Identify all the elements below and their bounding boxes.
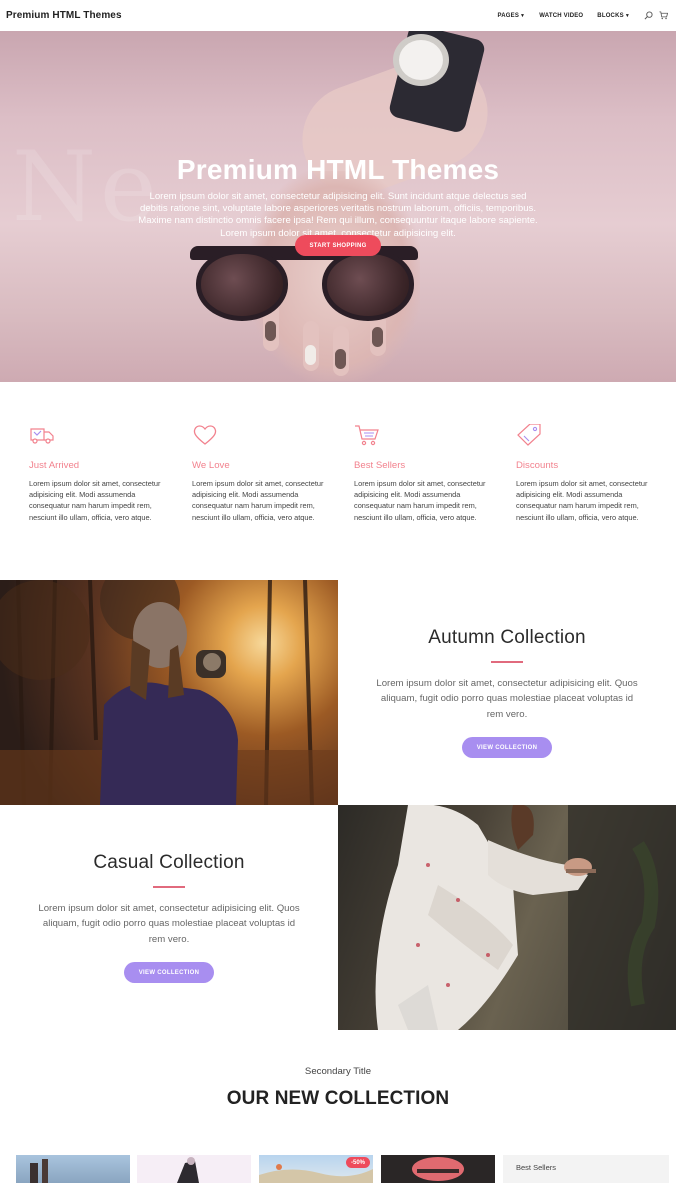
hero-image-nail xyxy=(305,345,316,365)
nav-item-label: WATCH VIDEO xyxy=(539,12,584,19)
shopping-cart-icon xyxy=(354,424,494,446)
price-tag-icon xyxy=(516,424,656,446)
caret-down-icon: ▼ xyxy=(520,12,526,19)
casual-scene-illustration xyxy=(375,805,676,1030)
product-card[interactable] xyxy=(137,1155,251,1183)
casual-collection-info: Casual Collection Lorem ipsum dolor sit … xyxy=(0,852,338,984)
hero-image-watch xyxy=(393,34,449,86)
feature-text: Lorem ipsum dolor sit amet, consectetur … xyxy=(192,479,324,522)
feature-title: Best Sellers xyxy=(354,460,406,471)
features-section: Just Arrived Lorem ipsum dolor sit amet,… xyxy=(0,382,676,580)
hero-image-nail xyxy=(372,327,383,347)
view-casual-collection-button[interactable]: VIEW COLLECTION xyxy=(124,962,214,984)
heart-icon xyxy=(192,424,332,446)
title-divider xyxy=(491,661,523,663)
nav-item-label: PAGES xyxy=(497,12,520,19)
cart-icon[interactable] xyxy=(659,11,668,20)
feature-title: We Love xyxy=(192,460,230,471)
hero-image-nail xyxy=(335,349,346,369)
sale-badge: -50% xyxy=(346,1157,370,1168)
feature-title: Just Arrived xyxy=(29,460,80,471)
product-card[interactable] xyxy=(16,1155,130,1183)
nav-item-watch-video[interactable]: WATCH VIDEO xyxy=(539,13,583,19)
feature-text: Lorem ipsum dolor sit amet, consectetur … xyxy=(354,479,486,522)
view-autumn-collection-button[interactable]: VIEW COLLECTION xyxy=(462,737,552,759)
nav-item-blocks[interactable]: BLOCKS▼ xyxy=(597,13,630,19)
nav-icons xyxy=(644,11,668,20)
casual-collection-image xyxy=(338,805,676,1030)
autumn-collection-text: Lorem ipsum dolor sit amet, consectetur … xyxy=(376,677,638,720)
best-sellers-title: Best Sellers xyxy=(516,1163,557,1172)
hero-image-sunglasses-lens xyxy=(322,249,414,321)
autumn-collection-image xyxy=(0,580,338,805)
product-thumbnail xyxy=(412,1157,464,1181)
autumn-scene-illustration xyxy=(0,580,338,805)
hero-image-nail xyxy=(265,321,276,341)
casual-collection-title: Casual Collection xyxy=(93,852,245,873)
autumn-collection-info: Autumn Collection Lorem ipsum dolor sit … xyxy=(338,627,676,759)
product-thumbnail xyxy=(30,1159,48,1183)
feature-text: Lorem ipsum dolor sit amet, consectetur … xyxy=(29,479,161,522)
hero-image-sunglasses-lens xyxy=(196,249,288,321)
search-icon[interactable] xyxy=(644,11,653,20)
casual-collection-text: Lorem ipsum dolor sit amet, consectetur … xyxy=(38,902,300,945)
hero-title: Premium HTML Themes xyxy=(176,154,500,185)
feature-card: Just Arrived Lorem ipsum dolor sit amet,… xyxy=(29,424,169,523)
section-title: OUR NEW COLLECTION xyxy=(226,1088,450,1109)
hero-text: Lorem ipsum dolor sit amet, consectetur … xyxy=(138,191,538,239)
delivery-truck-icon xyxy=(29,424,169,446)
nav-item-label: BLOCKS xyxy=(597,12,624,19)
caret-down-icon: ▼ xyxy=(624,12,630,19)
start-shopping-button[interactable]: START SHOPPING xyxy=(295,235,381,256)
product-thumbnail xyxy=(177,1157,199,1183)
feature-text: Lorem ipsum dolor sit amet, consectetur … xyxy=(516,479,648,522)
product-card[interactable] xyxy=(381,1155,495,1183)
navbar: Premium HTML Themes PAGES▼ WATCH VIDEO B… xyxy=(0,0,676,31)
hero-banner: Ne Premium HTML Themes Lorem ipsum dolor… xyxy=(0,31,676,382)
section-subtitle: Secondary Title xyxy=(304,1066,372,1077)
feature-card: Discounts Lorem ipsum dolor sit amet, co… xyxy=(516,424,656,523)
nav-menu: PAGES▼ WATCH VIDEO BLOCKS▼ xyxy=(497,11,668,20)
feature-title: Discounts xyxy=(516,460,559,471)
brand-logo[interactable]: Premium HTML Themes xyxy=(6,10,122,21)
best-sellers-widget: Best Sellers xyxy=(503,1155,669,1183)
feature-card: We Love Lorem ipsum dolor sit amet, cons… xyxy=(192,424,332,523)
nav-item-pages[interactable]: PAGES▼ xyxy=(497,13,525,19)
autumn-collection-title: Autumn Collection xyxy=(428,627,586,648)
title-divider xyxy=(153,886,185,888)
feature-card: Best Sellers Lorem ipsum dolor sit amet,… xyxy=(354,424,494,523)
